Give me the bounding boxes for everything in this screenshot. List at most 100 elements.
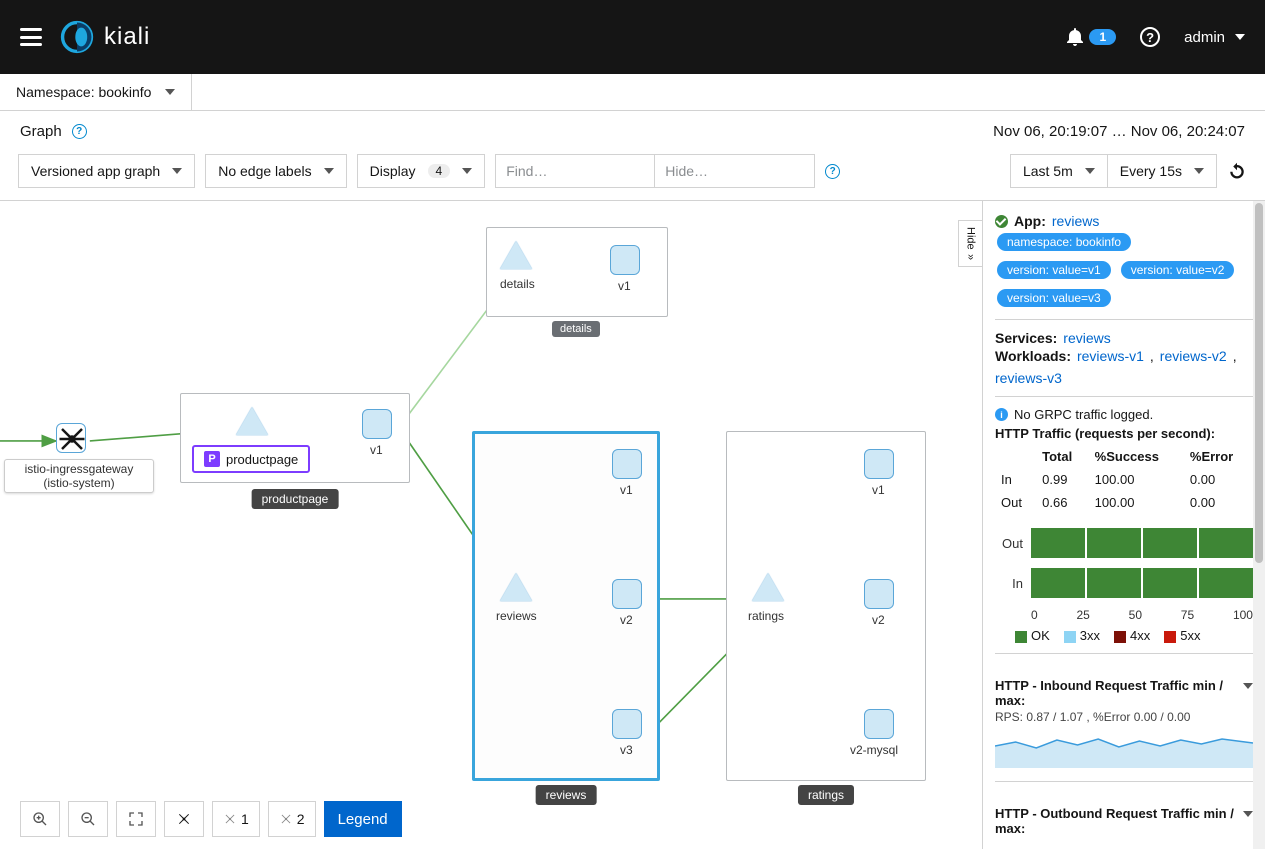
node-reviews-v2[interactable] (612, 579, 642, 609)
namespace-bar: Namespace: bookinfo (0, 74, 1265, 111)
expand-icon (128, 811, 144, 827)
graph-type-value: Versioned app graph (31, 163, 160, 179)
graph-canvas[interactable]: istio-ingressgateway(istio-system) P pro… (0, 200, 982, 849)
layout-default-button[interactable] (164, 801, 204, 837)
chevron-down-icon (1194, 168, 1204, 174)
chevron-down-icon (1085, 168, 1095, 174)
workload-link-v1[interactable]: reviews-v1 (1077, 348, 1144, 364)
node-ratings-svc[interactable] (752, 573, 784, 601)
label-details-v1: v1 (618, 279, 631, 293)
tag-version-v2: version: value=v2 (1121, 261, 1235, 279)
bell-icon (1067, 28, 1083, 46)
bar-out (1031, 528, 1253, 558)
info-icon: i (995, 408, 1008, 421)
edge-labels-select[interactable]: No edge labels (205, 154, 346, 188)
topology-icon (279, 812, 293, 826)
group-label-reviews: reviews (536, 785, 597, 805)
topology-icon (223, 812, 237, 826)
namespace-label: Namespace: bookinfo (16, 84, 151, 100)
menu-toggle[interactable] (20, 28, 42, 46)
node-label-gateway: istio-ingressgateway(istio-system) (4, 459, 154, 493)
layout-2-button[interactable]: 2 (268, 801, 316, 837)
hide-input[interactable] (655, 154, 815, 188)
notification-count: 1 (1089, 29, 1116, 45)
refresh-interval-value: Every 15s (1120, 163, 1182, 179)
layout-1-button[interactable]: 1 (212, 801, 260, 837)
workload-link-v2[interactable]: reviews-v2 (1160, 348, 1227, 364)
group-ratings[interactable] (726, 431, 926, 781)
services-label: Services: (995, 330, 1057, 346)
app-link[interactable]: reviews (1052, 213, 1099, 229)
help-icon[interactable]: ? (72, 124, 87, 139)
zoom-in-button[interactable] (20, 801, 60, 837)
node-productpage-svc[interactable] (236, 407, 268, 435)
http-traffic-title: HTTP Traffic (requests per second): (995, 426, 1253, 441)
side-panel-hide-toggle[interactable]: Hide » (958, 220, 982, 267)
node-ratings-v2mysql[interactable] (864, 709, 894, 739)
bar-label-out: Out (995, 536, 1023, 551)
node-istio-ingressgateway[interactable] (56, 423, 86, 453)
label-reviews-svc: reviews (496, 609, 537, 623)
chevron-down-icon (324, 168, 334, 174)
chevron-right-icon: » (965, 254, 977, 260)
chevron-down-icon[interactable] (1243, 683, 1253, 689)
help-button[interactable]: ? (1140, 27, 1160, 47)
node-productpage-v1[interactable] (362, 409, 392, 439)
refresh-button[interactable] (1227, 161, 1247, 181)
group-label-ratings: ratings (798, 785, 854, 805)
app-label: App: (1014, 213, 1046, 229)
node-reviews-v1[interactable] (612, 449, 642, 479)
page-header: Graph ? Nov 06, 20:19:07 … Nov 06, 20:24… (0, 111, 1265, 146)
th-blank (995, 445, 1036, 468)
page-title: Graph (20, 123, 62, 140)
graph-bottom-toolbar: 1 2 Legend (20, 801, 402, 837)
find-help-icon[interactable]: ? (825, 164, 840, 179)
label-productpage-v1: v1 (370, 443, 383, 457)
workload-link-v3[interactable]: reviews-v3 (995, 370, 1062, 386)
gateway-icon (57, 424, 87, 454)
label-reviews-v3: v3 (620, 743, 633, 757)
bar-in (1031, 568, 1253, 598)
display-count: 4 (428, 164, 451, 178)
table-row: Out 0.66 100.00 0.00 (995, 491, 1253, 514)
zoom-out-button[interactable] (68, 801, 108, 837)
side-panel-scrollbar[interactable] (1253, 201, 1265, 849)
duration-select[interactable]: Last 5m (1010, 154, 1108, 188)
inbound-title: HTTP - Inbound Request Traffic min / max… (995, 678, 1237, 708)
notifications-button[interactable]: 1 (1067, 28, 1116, 46)
graph-type-select[interactable]: Versioned app graph (18, 154, 195, 188)
node-details-svc[interactable] (500, 241, 532, 269)
productpage-label[interactable]: P productpage (192, 445, 310, 473)
label-ratings-v1: v1 (872, 483, 885, 497)
side-panel: App: reviews namespace: bookinfo version… (982, 200, 1265, 849)
bar-legend: OK 3xx 4xx 5xx (1015, 628, 1253, 643)
node-details-v1[interactable] (610, 245, 640, 275)
bar-label-in: In (995, 576, 1023, 591)
chevron-down-icon[interactable] (1243, 811, 1253, 817)
health-ok-icon (995, 215, 1008, 228)
topology-icon (176, 811, 192, 827)
table-row: In 0.99 100.00 0.00 (995, 468, 1253, 491)
namespace-selector[interactable]: Namespace: bookinfo (0, 74, 192, 110)
outbound-title: HTTP - Outbound Request Traffic min / ma… (995, 806, 1237, 836)
refresh-interval-select[interactable]: Every 15s (1108, 154, 1217, 188)
display-label: Display (370, 163, 416, 179)
display-select[interactable]: Display 4 (357, 154, 486, 188)
fit-button[interactable] (116, 801, 156, 837)
chevron-down-icon (172, 168, 182, 174)
workloads-label: Workloads: (995, 348, 1071, 364)
node-reviews-svc[interactable] (500, 573, 532, 601)
node-reviews-v3[interactable] (612, 709, 642, 739)
service-link[interactable]: reviews (1063, 330, 1110, 346)
zoom-in-icon (32, 811, 48, 827)
brand-logo[interactable]: kiali (60, 20, 150, 54)
kiali-logo-icon (60, 20, 94, 54)
group-label-productpage: productpage (252, 489, 339, 509)
find-input[interactable] (495, 154, 655, 188)
legend-button[interactable]: Legend (324, 801, 402, 837)
user-menu[interactable]: admin (1184, 29, 1245, 46)
masthead: kiali 1 ? admin (0, 0, 1265, 74)
node-ratings-v1[interactable] (864, 449, 894, 479)
brand-name: kiali (104, 23, 150, 51)
node-ratings-v2[interactable] (864, 579, 894, 609)
